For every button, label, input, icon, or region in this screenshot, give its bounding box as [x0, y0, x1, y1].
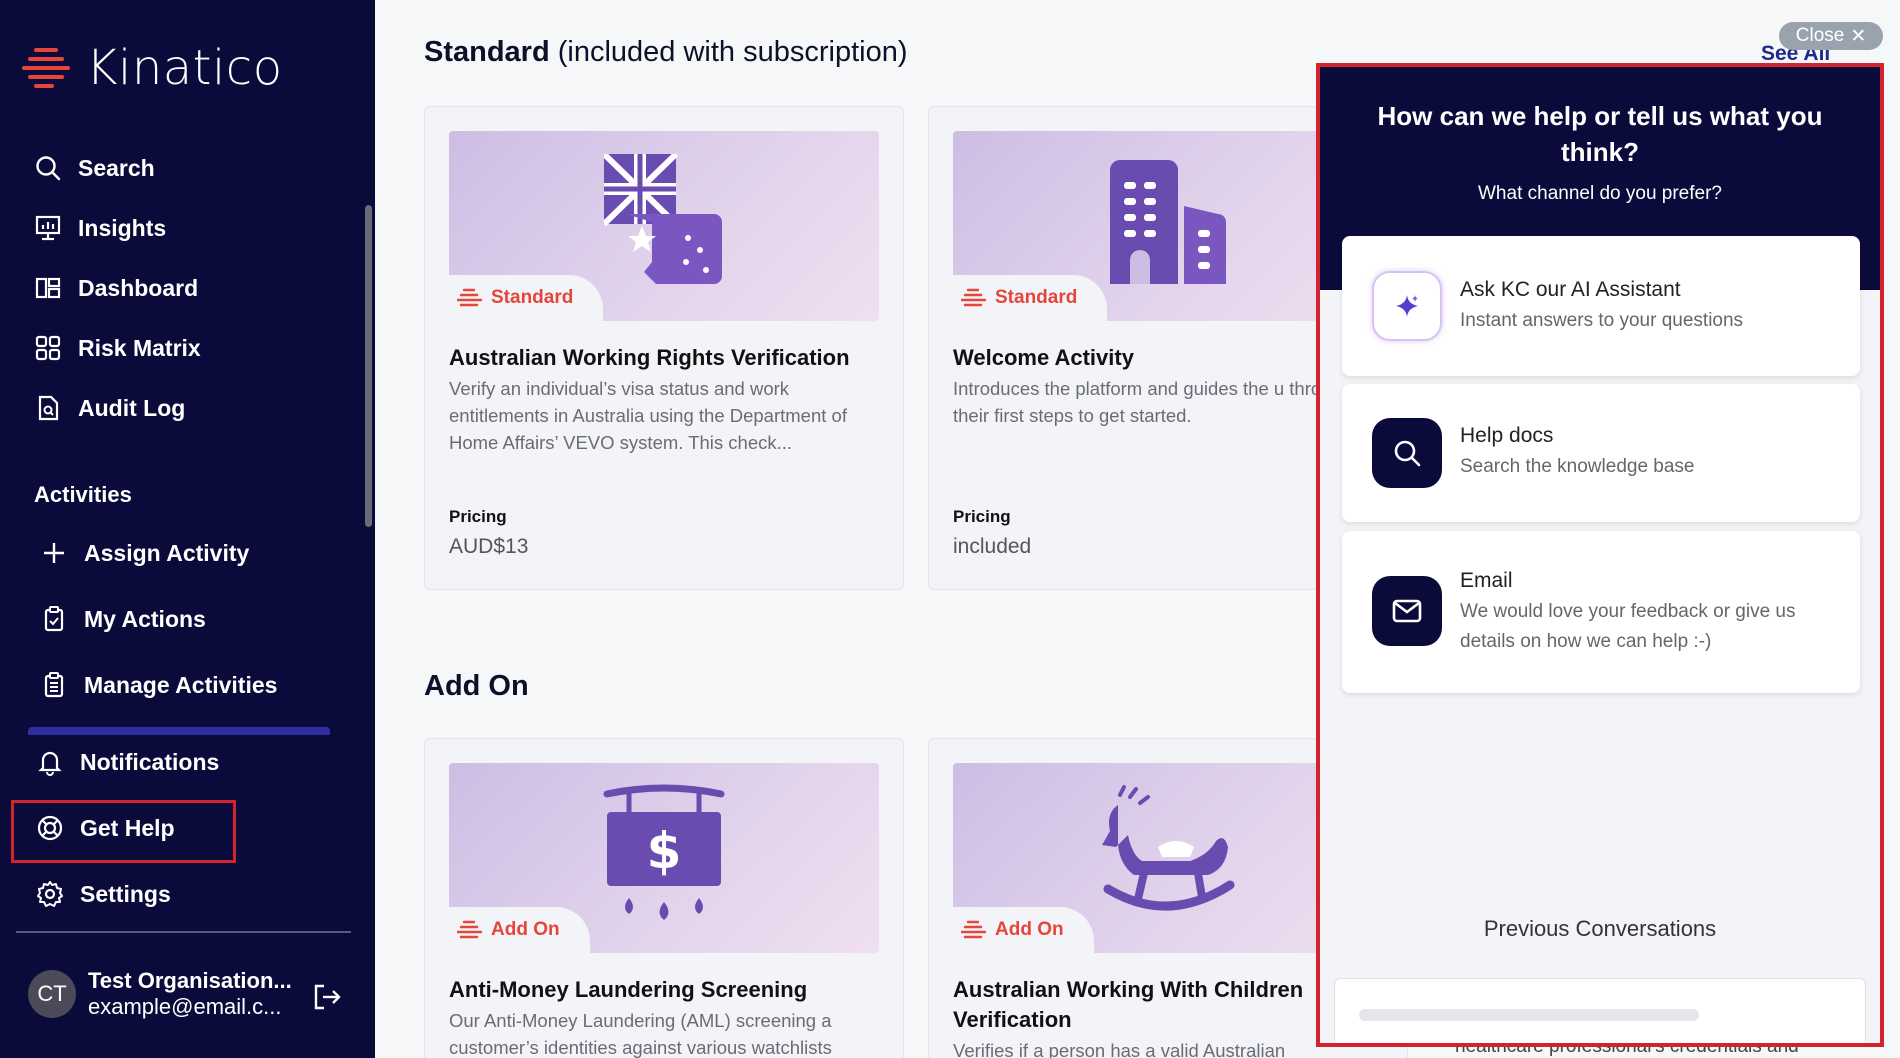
- card-description: Our Anti-Money Laundering (AML) screenin…: [449, 1010, 832, 1058]
- clipboard-list-icon: [44, 672, 64, 698]
- addon-section-heading: Add On: [424, 670, 529, 702]
- kinatico-mark-icon: [961, 288, 987, 307]
- kinatico-mark-icon: [457, 920, 483, 939]
- sidebar-item-manage-activities[interactable]: Manage Activities: [40, 671, 277, 699]
- clipboard-icon: [44, 606, 64, 632]
- card-title: Anti-Money Laundering Screening: [449, 977, 808, 1002]
- dashboard-icon: [35, 277, 61, 299]
- grid-icon: [35, 335, 61, 361]
- sidebar-item-insights[interactable]: Insights: [34, 214, 166, 242]
- card-tag: Standard: [449, 275, 604, 321]
- rocking-horse-icon: [1102, 785, 1235, 911]
- money-sign-icon: $: [603, 784, 725, 920]
- bell-icon: [38, 751, 62, 776]
- card-tag-label: Add On: [491, 919, 560, 940]
- sidebar-item-notifications[interactable]: Notifications: [36, 748, 219, 776]
- australia-flag-icon: [604, 154, 722, 284]
- activity-card[interactable]: Standard Australian Working Rights Verif…: [424, 106, 904, 590]
- sidebar-item-label: Manage Activities: [84, 671, 278, 698]
- card-thumbnail: Standard: [449, 131, 879, 321]
- close-button[interactable]: Close ✕: [1779, 22, 1883, 50]
- sidebar-item-settings[interactable]: Settings: [36, 880, 171, 908]
- standard-section-heading: Standard (included with subscription): [424, 36, 908, 69]
- kinatico-logo[interactable]: Kinatico: [22, 40, 283, 96]
- insights-icon: [35, 215, 61, 241]
- standard-heading-label: Standard: [424, 36, 550, 68]
- audit-log-icon: [38, 395, 59, 421]
- plus-icon: [44, 543, 64, 563]
- logo-text: Kinatico: [86, 40, 283, 96]
- sidebar-item-label: Risk Matrix: [78, 334, 201, 361]
- pricing-value: included: [953, 535, 1032, 558]
- sidebar-item-label: Insights: [78, 214, 167, 241]
- sidebar-item-label: Assign Activity: [84, 539, 250, 566]
- logout-icon[interactable]: [312, 982, 342, 1012]
- pricing-label: Pricing: [449, 507, 507, 526]
- card-tag-label: Standard: [491, 287, 574, 308]
- card-title: Australian Working Rights Verification: [449, 345, 850, 370]
- help-panel-highlight: [1316, 63, 1884, 1047]
- search-icon: [36, 156, 61, 181]
- sidebar-item-label: Settings: [80, 880, 171, 907]
- standard-heading-suffix: (included with subscription): [549, 36, 908, 68]
- active-indicator: [28, 727, 330, 735]
- sidebar: Kinatico Search Insights Dashboard Risk …: [0, 0, 375, 1058]
- sidebar-divider: [16, 931, 351, 933]
- card-tag-label: Add On: [995, 919, 1064, 940]
- user-email: example@email.c...: [88, 994, 282, 1019]
- user-name: Test Organisation...: [88, 968, 292, 993]
- sidebar-item-risk-matrix[interactable]: Risk Matrix: [34, 334, 201, 362]
- card-tag: Standard: [953, 275, 1108, 321]
- kinatico-mark-icon: [961, 920, 987, 939]
- sidebar-item-label: Search: [78, 154, 155, 181]
- card-tag: Add On: [449, 907, 590, 953]
- sidebar-item-label: My Actions: [84, 605, 206, 632]
- sidebar-scrollbar[interactable]: [365, 205, 372, 527]
- close-label: Close: [1795, 25, 1845, 46]
- pricing-value: AUD$13: [449, 535, 529, 558]
- sidebar-item-label: Dashboard: [78, 274, 199, 301]
- building-icon: [1110, 160, 1226, 284]
- gear-icon: [37, 881, 63, 907]
- sidebar-item-audit-log[interactable]: Audit Log: [34, 394, 185, 422]
- svg-text:$: $: [647, 822, 682, 880]
- kinatico-mark-icon: [457, 288, 483, 307]
- sidebar-item-label: Notifications: [80, 748, 220, 775]
- close-icon: ✕: [1850, 25, 1867, 47]
- activities-section-title: Activities: [34, 482, 132, 507]
- card-thumbnail: $ Add On: [449, 763, 879, 953]
- activity-card[interactable]: $ Add On Anti-Money Laundering Screening…: [424, 738, 904, 1058]
- sidebar-item-search[interactable]: Search: [34, 154, 155, 182]
- logo-mark-icon: [22, 48, 70, 88]
- sidebar-item-label: Audit Log: [78, 394, 186, 421]
- get-help-highlight: [11, 800, 236, 863]
- card-tag-label: Standard: [995, 287, 1078, 308]
- sidebar-item-my-actions[interactable]: My Actions: [40, 605, 206, 633]
- avatar: CT: [28, 970, 76, 1018]
- user-profile[interactable]: CT Test Organisation... example@email.c.…: [28, 968, 292, 1020]
- pricing-label: Pricing: [953, 507, 1011, 526]
- sidebar-item-dashboard[interactable]: Dashboard: [34, 274, 198, 302]
- sidebar-item-assign-activity[interactable]: Assign Activity: [40, 539, 249, 567]
- card-description: Verify an individual’s visa status and w…: [449, 378, 847, 453]
- card-tag: Add On: [953, 907, 1094, 953]
